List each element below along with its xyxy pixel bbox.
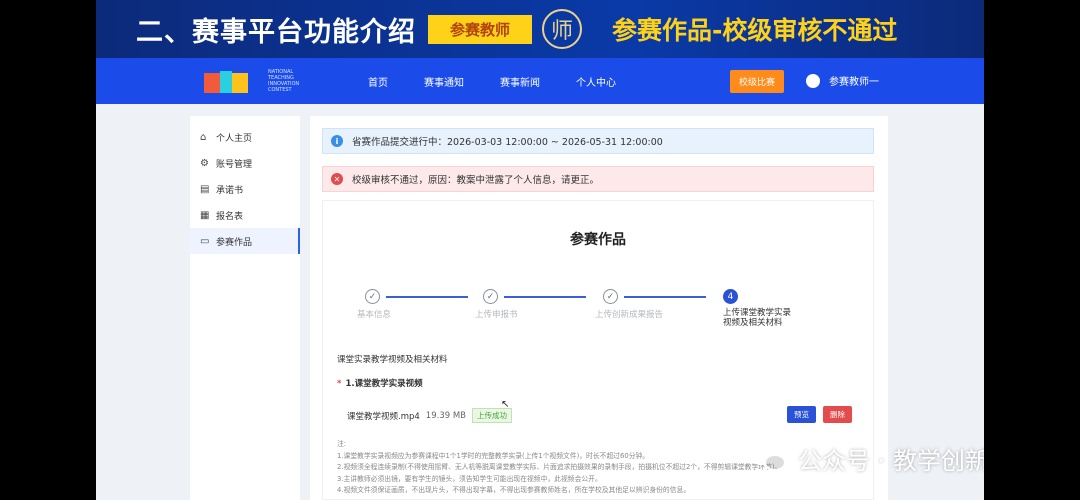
step-innovation-report[interactable]: ✓ 上传创新成果报告 (595, 289, 723, 320)
page-title: 参赛作品 (570, 232, 626, 248)
sidebar-item-registration[interactable]: ▦ 报名表 (190, 202, 300, 228)
sidebar-item-label: 参赛作品 (216, 237, 253, 248)
step-label: 上传创新成果报告 (595, 310, 664, 320)
required-mark: * (337, 379, 342, 389)
step-check-icon: ✓ (365, 289, 380, 304)
user-menu[interactable]: 参赛教师一 (806, 73, 879, 88)
step-label: 上传课堂教学实录视频及相关材料 (723, 308, 792, 328)
error-alert-text: 校级审核不通过，原因：教案中泄露了个人信息，请更正。 (352, 175, 600, 186)
document-icon: ▤ (200, 183, 210, 195)
step-check-icon: ✓ (603, 289, 618, 304)
form-icon: ▦ (200, 209, 210, 221)
school-contest-button[interactable]: 校级比赛 (730, 70, 785, 93)
sidebar-item-label: 账号管理 (216, 159, 253, 170)
mouse-cursor-icon: ↖ (501, 399, 510, 410)
file-name[interactable]: 课堂教学视频.mp4 (347, 410, 420, 422)
nav-item-news[interactable]: 赛事新闻 (500, 74, 540, 89)
sidebar-item-label: 报名表 (216, 211, 244, 222)
banner-right-title: 参赛作品-校级审核不通过 (612, 16, 898, 45)
wechat-icon (748, 444, 788, 473)
step-video-upload[interactable]: 4 上传课堂教学实录视频及相关材料 (723, 289, 843, 328)
error-icon: ✕ (331, 173, 343, 185)
avatar (806, 73, 820, 88)
file-size: 19.39 MB (425, 410, 466, 421)
nav-item-personal-center[interactable]: 个人中心 (576, 74, 616, 89)
sidebar-item-account[interactable]: ⚙ 账号管理 (190, 150, 300, 176)
nav-menu: 首页 赛事通知 赛事新闻 个人中心 (368, 74, 652, 89)
nav-item-notices[interactable]: 赛事通知 (424, 74, 464, 89)
sidebar-item-label: 个人主页 (216, 133, 253, 144)
sidebar-item-works[interactable]: ▭ 参赛作品 (190, 228, 300, 254)
banner-tag: 参赛教师 (428, 14, 533, 44)
subsection-title: * 1.课堂教学实录视频 (337, 377, 423, 389)
home-icon: ⌂ (200, 131, 207, 143)
note-line: 4.视频文件须保证画质，不出现片头，不得出现字幕，不得出现参赛教师姓名，所在学校… (337, 486, 691, 494)
banner-title: 二、赛事平台功能介绍 (136, 16, 416, 48)
sidebar-item-label: 承诺书 (216, 185, 244, 196)
step-label: 上传申报书 (475, 310, 518, 320)
folder-icon: ▭ (200, 235, 210, 247)
step-check-icon: ✓ (483, 289, 498, 304)
user-name: 参赛教师一 (829, 77, 879, 88)
preview-button[interactable]: 预览 (787, 406, 816, 423)
subsection-title-text: 1.课堂教学实录视频 (345, 379, 423, 389)
sidebar: ⌂ 个人主页 ⚙ 账号管理 ▤ 承诺书 ▦ 报名表 ▭ 参赛作品 (190, 116, 300, 500)
error-alert: ✕ 校级审核不通过，原因：教案中泄露了个人信息，请更正。 (322, 166, 874, 192)
watermark: 公众号 · 教学创新学 (748, 441, 984, 476)
screen: 二、赛事平台功能介绍 参赛教师 师 参赛作品-校级审核不通过 NATIONAL … (96, 0, 984, 500)
teacher-seal-icon: 师 (542, 9, 583, 49)
watermark-text: 公众号 · 教学创新学 (798, 447, 984, 475)
step-number: 4 (723, 289, 738, 304)
info-alert: i 省赛作品提交进行中：2026-03-03 12:00:00 ~ 2026-0… (322, 128, 874, 154)
step-application[interactable]: ✓ 上传申报书 (475, 289, 603, 320)
info-icon: i (331, 135, 343, 147)
top-nav: NATIONAL TEACHING INNOVATION CONTEST 首页 … (96, 58, 984, 104)
info-alert-text: 省赛作品提交进行中：2026-03-03 12:00:00 ~ 2026-05-… (352, 137, 663, 148)
delete-button[interactable]: 删除 (823, 406, 852, 423)
banner: 二、赛事平台功能介绍 参赛教师 师 参赛作品-校级审核不通过 (96, 0, 984, 58)
uploaded-file-row: 课堂教学视频.mp4 19.39 MB 上传成功 (347, 408, 512, 423)
section-title: 课堂实录教学视频及相关材料 (337, 355, 448, 365)
step-basic-info[interactable]: ✓ 基本信息 (357, 289, 485, 320)
upload-status-badge: 上传成功 (472, 408, 512, 423)
sidebar-item-home[interactable]: ⌂ 个人主页 (190, 124, 300, 150)
nav-item-home[interactable]: 首页 (368, 74, 388, 89)
gear-icon: ⚙ (200, 157, 209, 169)
logo-text: NATIONAL TEACHING INNOVATION CONTEST (268, 69, 300, 93)
sidebar-item-commitment[interactable]: ▤ 承诺书 (190, 176, 300, 202)
site-logo[interactable] (204, 67, 262, 95)
step-label: 基本信息 (357, 310, 392, 320)
